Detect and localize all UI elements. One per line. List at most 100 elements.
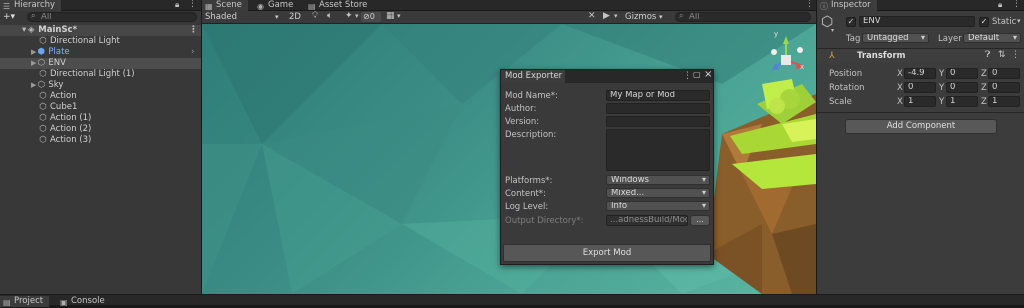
browse-button[interactable]: ...: [690, 215, 710, 226]
scale-z-input[interactable]: 1: [988, 96, 1020, 107]
scene-more-icon[interactable]: ⋮: [189, 25, 198, 36]
axis-y-label[interactable]: Y: [939, 69, 944, 79]
tab-console[interactable]: ▣ Console: [57, 296, 111, 307]
mod-name-input[interactable]: My Map or Mod: [606, 90, 710, 101]
hierarchy-item[interactable]: ⬡ Action (1): [38, 113, 91, 124]
hierarchy-panel: +▾ ⌕ All ▾ ◈ MainSc* ⋮ ⬡ Directional Light ▶…: [0, 11, 201, 294]
hierarchy-item[interactable]: ▶⬡ Sky: [31, 80, 63, 91]
window-more-icon[interactable]: ⋮: [683, 71, 692, 81]
hierarchy-item-selected[interactable]: ▶⬡ ENV: [0, 58, 201, 69]
rotation-z-input[interactable]: 0: [988, 82, 1020, 93]
tab-inspector[interactable]: ⓘ Inspector: [817, 0, 877, 11]
axis-y-label[interactable]: Y: [939, 97, 944, 107]
chevron-down-icon[interactable]: ▾: [1017, 17, 1021, 25]
audio-icon[interactable]: 🔈︎: [327, 11, 332, 21]
position-label: Position: [829, 69, 863, 79]
tools-icon[interactable]: ✕: [588, 11, 596, 21]
close-icon[interactable]: ×: [704, 69, 712, 80]
axis-z-label[interactable]: Z: [981, 83, 987, 93]
version-label: Version:: [505, 117, 540, 127]
more-icon[interactable]: ⋮: [1012, 0, 1021, 9]
chevron-down-icon[interactable]: ▾: [355, 12, 359, 20]
hierarchy-tabbar: ☰ Hierarchy 🔒︎ ⋮: [0, 0, 201, 11]
effects-icon[interactable]: ✦: [345, 11, 353, 21]
rotation-y-input[interactable]: 0: [946, 82, 978, 93]
tab-scene[interactable]: ▦ Scene: [202, 0, 248, 11]
mod-exporter-tab[interactable]: Mod Exporter: [501, 70, 565, 83]
content-dropdown[interactable]: Mixed...: [606, 188, 710, 198]
hierarchy-item[interactable]: ⬡ Directional Light: [38, 36, 120, 47]
scene-search-input[interactable]: ⌕ All: [675, 12, 811, 22]
gameobject-icon: ⬡: [39, 102, 47, 112]
prefab-icon: ⬢: [37, 47, 46, 57]
tab-game[interactable]: ◉ Game: [254, 0, 299, 11]
platforms-dropdown[interactable]: Windows: [606, 175, 710, 185]
gameobject-icon: ⬡: [37, 58, 46, 68]
more-icon[interactable]: ⋮: [188, 0, 197, 9]
object-name-input[interactable]: ENV: [859, 16, 975, 27]
hierarchy-search-input[interactable]: ⌕ All: [27, 12, 197, 22]
axis-x-label[interactable]: X: [897, 83, 903, 93]
transform-header[interactable]: ⅄ Transform ❓︎ ⇅ ⋮: [817, 49, 1024, 63]
tag-dropdown[interactable]: Untagged: [862, 33, 929, 43]
add-object-button[interactable]: +▾: [3, 12, 21, 22]
help-icon[interactable]: ❓︎: [985, 50, 990, 60]
hierarchy-item[interactable]: ⬡ Action: [38, 91, 76, 102]
gameobject-icon: ⬡: [39, 69, 47, 79]
grid-snap-icon[interactable]: ▦: [386, 11, 395, 21]
shading-mode-dropdown[interactable]: Shaded ▾: [205, 12, 283, 22]
orientation-gizmo[interactable]: y x: [764, 30, 808, 78]
export-mod-button[interactable]: Export Mod: [503, 244, 711, 262]
chevron-down-icon: ▾: [275, 13, 279, 21]
hidden-objects-toggle[interactable]: ⊘0: [361, 12, 381, 22]
island-model: [707, 79, 816, 294]
axis-z-label[interactable]: Z: [981, 69, 987, 79]
description-label: Description:: [505, 130, 557, 140]
position-x-input[interactable]: -4.9: [904, 68, 936, 79]
axis-x-label[interactable]: X: [897, 97, 903, 107]
description-textarea[interactable]: [606, 129, 710, 171]
preset-icon[interactable]: ⇅: [998, 50, 1006, 60]
scale-y-input[interactable]: 1: [946, 96, 978, 107]
log-level-label: Log Level:: [505, 202, 549, 212]
axis-y-label[interactable]: Y: [939, 83, 944, 93]
axis-z-label[interactable]: Z: [981, 97, 987, 107]
add-component-button[interactable]: Add Component: [845, 119, 997, 134]
chevron-down-icon[interactable]: ▾: [831, 27, 834, 34]
active-checkbox[interactable]: ✓: [846, 17, 856, 27]
gizmo-y-label: y: [774, 30, 779, 38]
static-checkbox[interactable]: ✓: [979, 17, 989, 27]
chevron-right-icon[interactable]: ›: [191, 47, 194, 58]
position-z-input[interactable]: 0: [988, 68, 1020, 79]
author-label: Author:: [505, 104, 537, 114]
log-level-dropdown[interactable]: Info: [606, 201, 710, 211]
tab-asset-store[interactable]: ▤ Asset Store: [305, 0, 373, 11]
axis-x-label[interactable]: X: [897, 69, 903, 79]
lock-icon[interactable]: 🔒︎: [175, 0, 179, 10]
chevron-down-icon[interactable]: ▾: [397, 12, 401, 20]
toggle-2d-button[interactable]: 2D: [288, 12, 302, 22]
lighting-icon[interactable]: 💡︎: [312, 11, 318, 21]
maximize-icon[interactable]: ▢: [693, 70, 701, 79]
position-y-input[interactable]: 0: [946, 68, 978, 79]
hierarchy-item[interactable]: ⬡ Action (3): [38, 135, 91, 146]
hierarchy-item[interactable]: ⬡ Cube1: [38, 102, 77, 113]
chevron-down-icon[interactable]: ▾: [614, 12, 618, 20]
tab-hierarchy[interactable]: ☰ Hierarchy: [0, 0, 62, 11]
gameobject-icon: ⬡: [39, 124, 47, 134]
layer-dropdown[interactable]: Default: [963, 33, 1021, 43]
hierarchy-item[interactable]: ▶⬢ Plate ›: [31, 47, 201, 58]
scene-more-icon[interactable]: ⋮: [805, 0, 814, 9]
version-input[interactable]: [606, 116, 710, 127]
scene-root-item[interactable]: ▾ ◈ MainSc* ⋮: [0, 25, 201, 36]
camera-icon[interactable]: ▶: [603, 11, 610, 21]
hierarchy-item[interactable]: ⬡ Directional Light (1): [38, 69, 134, 80]
component-more-icon[interactable]: ⋮: [1011, 50, 1020, 60]
hierarchy-item[interactable]: ⬡ Action (2): [38, 124, 91, 135]
rotation-x-input[interactable]: 0: [904, 82, 936, 93]
lock-icon[interactable]: 🔒︎: [998, 0, 1002, 10]
author-input[interactable]: [606, 103, 710, 114]
scale-x-input[interactable]: 1: [904, 96, 936, 107]
gizmos-dropdown[interactable]: Gizmos ▾: [625, 12, 663, 22]
tab-project[interactable]: ▤ Project: [0, 296, 50, 307]
